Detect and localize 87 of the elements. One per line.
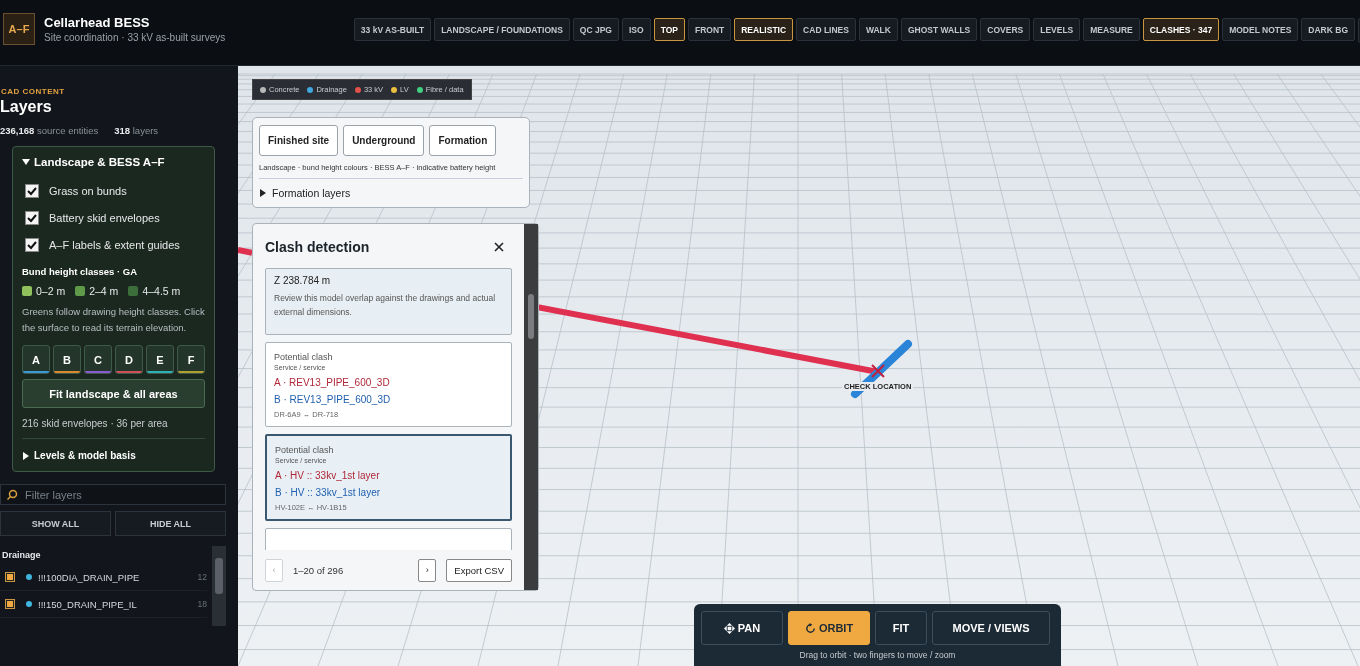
formation-toggle[interactable]: Formation layers <box>259 187 351 199</box>
toolbar-button[interactable]: CLASHES · 347 <box>1142 18 1220 41</box>
hide-all-button[interactable]: HIDE ALL <box>115 511 226 536</box>
search-icon <box>6 489 18 501</box>
fit-button[interactable]: Fit landscape & all areas <box>22 379 205 408</box>
logo-badge: A–F <box>3 13 35 45</box>
layer-checkbox[interactable] <box>5 572 15 582</box>
checkbox[interactable] <box>25 184 39 198</box>
filter-field[interactable]: Filter layers <box>0 484 226 505</box>
rotate-icon <box>804 622 816 634</box>
stat-text: 236,168 source entities <box>0 125 99 136</box>
group-toggle[interactable]: Landscape & BESS A–F <box>22 156 165 168</box>
area-button[interactable]: E <box>146 345 174 374</box>
area-button[interactable]: C <box>84 345 112 374</box>
toolbar-button[interactable]: LEVELS <box>1033 18 1081 41</box>
clash-item-b: B · REV13_PIPE_600_3D <box>274 394 392 405</box>
move-icon <box>723 622 735 634</box>
view-mode-button[interactable]: Formation <box>429 125 497 156</box>
classes-heading: Bund height classes · GA <box>22 266 139 277</box>
area-button[interactable]: B <box>53 345 81 374</box>
detail-text: Z 238.784 m <box>274 275 332 286</box>
clash-cross-icon <box>871 364 885 378</box>
note-text: Greens follow drawing height classes. Click the surface to read its terrain elevation. <box>22 305 205 335</box>
subsection-toggle[interactable]: Levels & model basis <box>22 450 136 461</box>
toolbar-button[interactable]: CAD LINES <box>796 18 856 41</box>
layer-count: 12 <box>197 572 207 582</box>
checkbox[interactable] <box>25 211 39 225</box>
clash-item-a: A · REV13_PIPE_600_3D <box>274 377 391 388</box>
checkbox-label: Battery skid envelopes <box>49 212 160 224</box>
layer-group-heading: Drainage <box>1 549 42 562</box>
triangle-right-icon <box>22 451 30 460</box>
layer-count: 18 <box>197 599 207 609</box>
toolbar-button[interactable]: COVERS <box>980 18 1031 41</box>
next-page-button[interactable]: › <box>418 558 437 582</box>
close-icon[interactable] <box>492 240 506 254</box>
checkbox-label: Grass on bunds <box>49 185 127 197</box>
class-label: 2–4 m <box>89 285 119 297</box>
toolbar-button[interactable]: 33 kV AS-BUILT <box>353 18 432 41</box>
summary-text: 216 skid envelopes · 36 per area <box>22 418 169 429</box>
toolbar-button[interactable]: GHOST WALLS <box>900 18 978 41</box>
app-title: Cellarhead BESS <box>44 15 151 30</box>
toolbar-button[interactable]: QC JPG <box>572 18 619 41</box>
checkbox[interactable] <box>25 238 39 252</box>
checkbox-label: A–F labels & extent guides <box>49 239 180 251</box>
area-button[interactable]: F <box>177 345 205 374</box>
layer-name[interactable]: !!!150_DRAIN_PIPE_IL <box>38 598 192 610</box>
toolbar-button[interactable]: LANDSCAPE / FOUNDATIONS <box>434 18 570 41</box>
panel-title: Clash detection <box>265 239 370 255</box>
area-button[interactable]: A <box>22 345 50 374</box>
toolbar-button[interactable]: DARK BG <box>1301 18 1355 41</box>
view-mode-button[interactable]: Underground <box>343 125 425 156</box>
layer-name[interactable]: !!!100DIA_DRAIN_PIPE <box>38 571 192 583</box>
toolbar-button[interactable]: ISO <box>621 18 651 41</box>
control-button[interactable]: FIT <box>875 611 927 645</box>
cable-line-segment[interactable] <box>238 247 252 256</box>
toolbar-button[interactable]: MEASURE <box>1083 18 1140 41</box>
clash-type: Potential clash <box>274 352 334 362</box>
control-button[interactable]: ORBIT <box>788 611 870 645</box>
class-label: 0–2 m <box>36 285 66 297</box>
triangle-right-icon <box>259 189 267 197</box>
toolbar-button[interactable]: TOP <box>653 18 685 41</box>
toolbar-button[interactable]: MODEL NOTES <box>1222 18 1299 41</box>
toolbar-button[interactable]: FRONT <box>687 18 732 41</box>
app-subtitle: Site coordination · 33 kV as-built surveys <box>44 32 226 43</box>
control-button[interactable]: PAN <box>701 611 783 645</box>
toolbar-button[interactable]: WALK <box>858 18 898 41</box>
toolbar-button[interactable]: REALISTIC <box>734 18 794 41</box>
clash-item-a: A · HV :: 33kv_1st layer <box>275 470 381 481</box>
clash-detail-card[interactable]: Z 238.784 m Review this model overlap against the drawings and actual external dimensions. <box>265 268 512 335</box>
clash-item-b: B · HV :: 33kv_1st layer <box>275 487 382 498</box>
control-hint: Drag to orbit · two fingers to move / zoom <box>798 650 957 660</box>
sidebar-title: Layers <box>0 98 53 116</box>
section-eyebrow: CAD CONTENT <box>0 87 66 96</box>
triangle-down-icon <box>22 158 30 166</box>
control-button[interactable]: MOVE / VIEWS <box>932 611 1050 645</box>
scrollbar[interactable] <box>212 546 226 626</box>
export-button[interactable]: Export CSV <box>446 558 512 582</box>
area-button[interactable]: D <box>115 345 143 374</box>
stat-text: 318 layers <box>114 125 159 136</box>
scrollbar[interactable] <box>524 224 538 590</box>
layer-checkbox[interactable] <box>5 599 15 609</box>
show-all-button[interactable]: SHOW ALL <box>0 511 111 536</box>
clash-type: Potential clash <box>275 445 335 455</box>
detail-note: Review this model overlap against the drawings and actual external dimensions. <box>274 292 497 319</box>
page-range: 1–20 of 296 <box>293 564 345 576</box>
class-label: 4–4.5 m <box>142 285 181 297</box>
view-mode-button[interactable]: Finished site <box>259 125 339 156</box>
